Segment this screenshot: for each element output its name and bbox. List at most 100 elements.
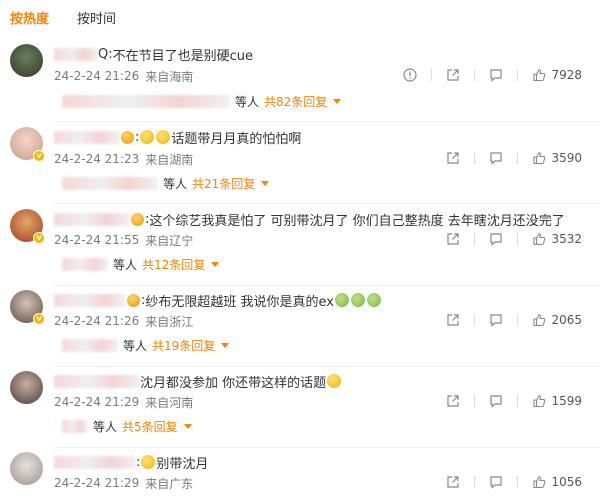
share-icon[interactable] [446, 68, 460, 82]
tab-hot[interactable]: 按热度 [10, 10, 49, 30]
comment-icon[interactable] [489, 475, 503, 489]
like-button[interactable]: 1056 [532, 475, 582, 489]
thumbs-up-icon [532, 151, 546, 165]
username-redacted[interactable] [54, 293, 126, 307]
divider [517, 476, 519, 488]
divider [54, 366, 600, 367]
chevron-down-icon [183, 423, 192, 429]
comment-icon[interactable] [489, 68, 503, 82]
emoji-icon [335, 293, 349, 307]
repliers-redacted [62, 338, 118, 352]
avatar[interactable] [10, 371, 43, 404]
divider [54, 203, 600, 204]
avatar[interactable]: v [10, 209, 45, 244]
like-count: 3532 [551, 232, 582, 246]
comment-actions: 3532 [446, 230, 582, 248]
username-redacted[interactable] [54, 47, 98, 61]
reply-count-link[interactable]: 共12条回复 [142, 256, 220, 273]
comment-text: 这个综艺我真是怕了 可别带沈月了 你们自己整热度 去年瞎沈月还没完了 [149, 213, 565, 229]
chevron-down-icon [261, 180, 270, 186]
comment-line: : 这个综艺我真是怕了 可别带沈月了 你们自己整热度 去年瞎沈月还没完了 [54, 209, 565, 229]
repliers-redacted [62, 94, 230, 108]
like-button[interactable]: 7928 [532, 68, 582, 82]
reply-count: 共19条回复 [152, 338, 216, 353]
comment-icon[interactable] [489, 232, 503, 246]
thumbs-up-icon [532, 232, 546, 246]
reply-summary: 等人 共82条回复 [62, 92, 342, 110]
comment-text: 沈月都没参加 你还带这样的话题 [140, 375, 327, 391]
share-icon[interactable] [446, 151, 460, 165]
reply-count-link[interactable]: 共21条回复 [192, 175, 270, 192]
like-count: 2065 [551, 313, 582, 327]
comment-meta: 24-2-24 21:29 来自河南 [54, 393, 193, 411]
comment-location: 来自辽宁 [145, 233, 194, 248]
comment-meta: 24-2-24 21:55 来自辽宁 [54, 231, 193, 249]
share-icon[interactable] [446, 313, 460, 327]
comment-text: 纱布无限超越班 我说你是真的ex [145, 294, 334, 310]
like-count: 1599 [551, 394, 582, 408]
username-redacted[interactable] [54, 374, 140, 388]
avatar[interactable]: v [10, 127, 45, 162]
comment-icon[interactable] [489, 394, 503, 408]
avatar[interactable] [10, 452, 43, 485]
fan-badge-icon [127, 293, 140, 307]
reply-who: 等人 [113, 257, 138, 272]
reply-summary: 等人 共19条回复 [62, 336, 230, 354]
avatar[interactable] [10, 44, 43, 77]
share-icon[interactable] [446, 475, 460, 489]
fan-badge-icon [131, 212, 144, 226]
username-redacted[interactable] [54, 130, 120, 144]
like-button[interactable]: 1599 [532, 394, 582, 408]
tab-time[interactable]: 按时间 [77, 10, 116, 30]
comment-actions: 1599 [446, 392, 582, 410]
comment-text: 话题带月月真的怕怕啊 [171, 131, 302, 147]
divider [474, 233, 476, 245]
comment-date: 24-2-24 21:26 [54, 69, 140, 83]
comment-date: 24-2-24 21:23 [54, 152, 140, 166]
username-suffix: : [135, 129, 140, 145]
username-redacted[interactable] [54, 212, 130, 226]
divider [474, 395, 476, 407]
comment-line: : 纱布无限超越班 我说你是真的ex [54, 290, 382, 310]
username-redacted[interactable] [54, 455, 136, 469]
divider [517, 152, 519, 164]
comment-actions: 3590 [446, 149, 582, 167]
like-button[interactable]: 3532 [532, 232, 582, 246]
verified-badge-icon: v [33, 232, 45, 244]
like-button[interactable]: 3590 [532, 151, 582, 165]
comment-date: 24-2-24 21:29 [54, 395, 140, 409]
reply-count-link[interactable]: 共19条回复 [152, 337, 230, 354]
divider [474, 314, 476, 326]
reply-who: 等人 [93, 419, 118, 434]
username-suffix: Q: [98, 46, 113, 62]
comment-location: 来自广东 [145, 476, 194, 491]
username-suffix: : [136, 454, 141, 470]
divider [474, 476, 476, 488]
reply-who: 等人 [235, 94, 260, 109]
share-icon[interactable] [446, 232, 460, 246]
emoji-icon [156, 130, 171, 144]
divider [517, 395, 519, 407]
repliers-redacted [62, 176, 158, 190]
emoji-icon [367, 293, 381, 307]
like-count: 7928 [551, 68, 582, 82]
comment-icon[interactable] [489, 313, 503, 327]
report-icon[interactable] [403, 68, 418, 82]
share-icon[interactable] [446, 394, 460, 408]
like-button[interactable]: 2065 [532, 313, 582, 327]
divider [517, 233, 519, 245]
divider [474, 152, 476, 164]
avatar[interactable]: v [10, 290, 45, 325]
comment-icon[interactable] [489, 151, 503, 165]
comment-date: 24-2-24 21:55 [54, 233, 140, 247]
reply-count-link[interactable]: 共82条回复 [264, 93, 342, 110]
like-count: 1056 [551, 475, 582, 489]
reply-who: 等人 [123, 338, 148, 353]
divider [54, 447, 600, 448]
comment-line: 沈月都没参加 你还带这样的话题 [54, 371, 342, 391]
reply-count-link[interactable]: 共5条回复 [122, 418, 192, 435]
chevron-down-icon [333, 98, 342, 104]
comment-text: 别带沈月 [156, 456, 209, 472]
like-count: 3590 [551, 151, 582, 165]
emoji-icon [141, 455, 156, 469]
